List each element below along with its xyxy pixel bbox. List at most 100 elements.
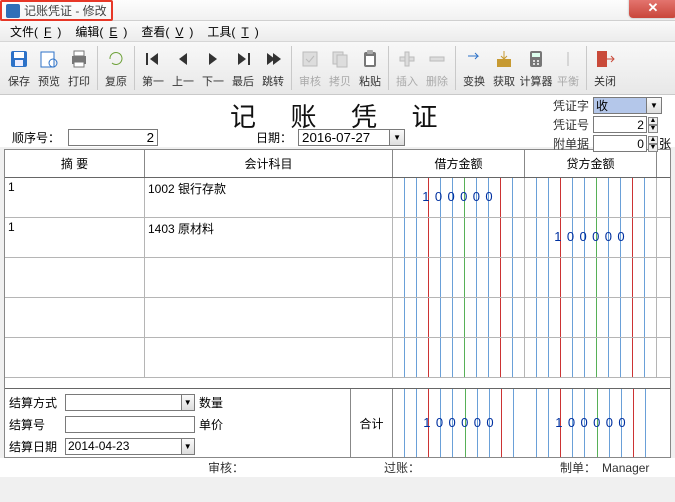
app-icon (6, 4, 20, 18)
cell-credit[interactable] (525, 298, 657, 337)
qty-label: 数量 (199, 394, 241, 411)
post-label: 过账： (384, 459, 420, 476)
toolbar-calc-button[interactable]: 计算器 (519, 44, 553, 92)
voucher-no-label: 凭证号 (547, 116, 589, 133)
voucher-word-label: 凭证字 (547, 97, 589, 114)
title-highlight: 记账凭证 - 修改 (0, 0, 113, 21)
col-credit-header: 贷方金额 (525, 150, 657, 177)
grid-footer: 结算方式 ▼ 数量 结算号 单价 结算日期 ▼ 合计 100000 100000 (5, 388, 670, 457)
swap-icon (463, 48, 485, 70)
settle-date-label: 结算日期 (9, 438, 61, 455)
date-input[interactable] (298, 129, 390, 146)
cell-account[interactable] (145, 258, 393, 297)
del-icon (426, 48, 448, 70)
cell-summary[interactable]: 1 (5, 178, 145, 217)
paste-icon (359, 48, 381, 70)
save-icon (8, 48, 30, 70)
table-row[interactable] (5, 258, 670, 298)
table-row[interactable]: 11002 银行存款100000 (5, 178, 670, 218)
status-bar: 审核： 过账： 制单： Manager (0, 458, 675, 477)
settle-date-input[interactable] (65, 438, 182, 455)
price-input (245, 416, 345, 433)
qty-input (245, 394, 345, 411)
toolbar-paste-button[interactable]: 粘贴 (355, 44, 385, 92)
menu-f[interactable]: 文件(F) (4, 21, 67, 42)
grid-body[interactable]: 11002 银行存款10000011403 原材料100000 (5, 178, 670, 388)
toolbar-print-button[interactable]: 打印 (64, 44, 94, 92)
cell-account[interactable] (145, 298, 393, 337)
toolbar-goto-button[interactable]: 跳转 (258, 44, 288, 92)
cell-summary[interactable] (5, 338, 145, 377)
table-row[interactable] (5, 338, 670, 378)
menu-e[interactable]: 编辑(E) (69, 21, 133, 42)
voucher-word-combo[interactable] (593, 97, 647, 114)
cell-debit[interactable] (393, 218, 525, 257)
toolbar-restore-button[interactable]: 复原 (101, 44, 131, 92)
ins-icon (396, 48, 418, 70)
toolbar-delrow-button: 删除 (422, 44, 452, 92)
toolbar-swap-button[interactable]: 变换 (459, 44, 489, 92)
seq-input[interactable] (68, 129, 158, 146)
cell-summary[interactable] (5, 298, 145, 337)
total-credit-cell: 100000 (525, 389, 657, 457)
toolbar-next-button[interactable]: 下一 (198, 44, 228, 92)
settle-no-label: 结算号 (9, 416, 61, 433)
menubar: 文件(F)编辑(E)查看(V)工具(T) (0, 21, 675, 42)
audit-label: 审核： (208, 459, 244, 476)
exit-icon (594, 48, 616, 70)
toolbar-prev-button[interactable]: 上一 (168, 44, 198, 92)
menu-v[interactable]: 查看(V) (135, 21, 199, 42)
cell-account[interactable] (145, 338, 393, 377)
cell-debit[interactable]: 100000 (393, 178, 525, 217)
voucher-word-dropdown-icon[interactable]: ▼ (647, 97, 662, 114)
cell-debit[interactable] (393, 258, 525, 297)
settle-date-dropdown-icon[interactable]: ▼ (182, 438, 195, 455)
attach-spin-down[interactable]: ▼ (648, 144, 658, 152)
col-debit-header: 借方金额 (393, 150, 525, 177)
prev-icon (172, 48, 194, 70)
cell-summary[interactable] (5, 258, 145, 297)
col-summary-header: 摘 要 (5, 150, 145, 177)
voucher-no-spin-up[interactable]: ▲ (648, 117, 658, 125)
col-account-header: 会计科目 (145, 150, 393, 177)
settle-type-label: 结算方式 (9, 394, 61, 411)
settle-type-dropdown-icon[interactable]: ▼ (182, 394, 195, 411)
toolbar-preview-button[interactable]: 预览 (34, 44, 64, 92)
toolbar-save-button[interactable]: 保存 (4, 44, 34, 92)
table-row[interactable]: 11403 原材料 100000 (5, 218, 670, 258)
cell-debit[interactable] (393, 338, 525, 377)
attach-input[interactable] (593, 135, 647, 152)
cell-account[interactable]: 1002 银行存款 (145, 178, 393, 217)
toolbar-fetch-button[interactable]: 获取 (489, 44, 519, 92)
cell-summary[interactable]: 1 (5, 218, 145, 257)
price-label: 单价 (199, 416, 241, 433)
toolbar-audit-button: 审核 (295, 44, 325, 92)
attach-label: 附单据 (547, 135, 589, 152)
preview-icon (38, 48, 60, 70)
cell-credit[interactable] (525, 178, 657, 217)
voucher-no-input[interactable] (593, 116, 647, 133)
attach-spin-up[interactable]: ▲ (648, 136, 658, 144)
cell-credit[interactable]: 100000 (525, 218, 657, 257)
cell-account[interactable]: 1403 原材料 (145, 218, 393, 257)
voucher-no-spin-down[interactable]: ▼ (648, 125, 658, 133)
settle-no-input[interactable] (65, 416, 195, 433)
menu-t[interactable]: 工具(T) (201, 21, 264, 42)
date-dropdown-icon[interactable]: ▼ (390, 129, 405, 146)
toolbar-first-button[interactable]: 第一 (138, 44, 168, 92)
settle-type-combo[interactable] (65, 394, 182, 411)
cell-credit[interactable] (525, 258, 657, 297)
cell-debit[interactable] (393, 298, 525, 337)
voucher-header: 记 账 凭 证 凭证字 ▼ 凭证号 ▲▼ 附单据 ▲▼ 张 顺序号： 日期： ▼ (0, 95, 675, 147)
window-close-button[interactable]: ✕ (629, 0, 675, 18)
print-icon (68, 48, 90, 70)
cell-credit[interactable] (525, 338, 657, 377)
restore-icon (105, 48, 127, 70)
table-row[interactable] (5, 298, 670, 338)
fetch-icon (493, 48, 515, 70)
goto-icon (262, 48, 284, 70)
toolbar-last-button[interactable]: 最后 (228, 44, 258, 92)
bal-icon (557, 48, 579, 70)
toolbar-close-button[interactable]: 关闭 (590, 44, 620, 92)
date-label: 日期： (256, 129, 292, 146)
